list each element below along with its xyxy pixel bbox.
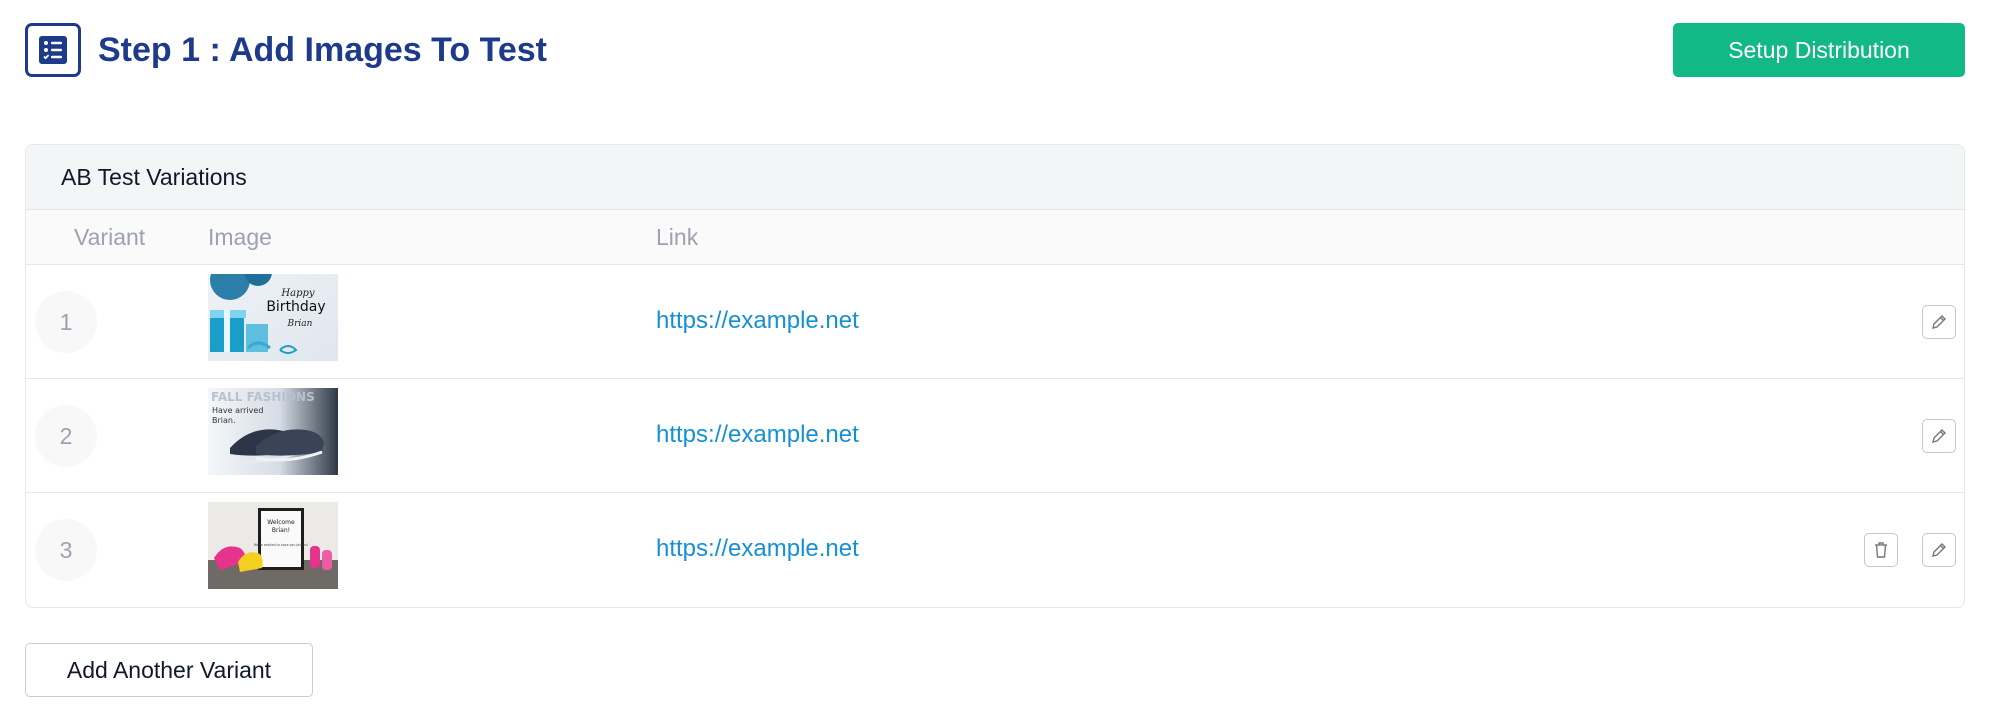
table-row: 3 Welcome Brian! We're excited to have y… (26, 493, 1964, 607)
delete-button[interactable] (1864, 533, 1898, 567)
image-caption-2: Brian! (272, 527, 290, 534)
card-title: AB Test Variations (26, 145, 1964, 210)
pencil-icon (1932, 429, 1946, 443)
pencil-icon (1932, 315, 1946, 329)
edit-button[interactable] (1922, 533, 1956, 567)
column-header-link: Link (656, 224, 699, 250)
variant-image-thumbnail[interactable]: FALL FASHIONS Have arrived Brian. (208, 388, 338, 475)
setup-distribution-button[interactable]: Setup Distribution (1673, 23, 1965, 77)
variations-card: AB Test Variations Variant Image Link 1 (25, 144, 1965, 608)
image-caption-1: FALL FASHIONS (211, 390, 315, 404)
variant-link[interactable]: https://example.net (656, 421, 859, 449)
image-caption-1: Welcome (267, 519, 295, 526)
table-row: 1 Happy Birthday Brian https://example.n… (26, 265, 1964, 379)
image-caption-1: Happy (280, 288, 314, 299)
variant-number: 3 (35, 519, 97, 581)
image-caption-3: We're excited to have you join us! (254, 543, 308, 547)
column-header-variant: Variant (74, 224, 146, 250)
checklist-icon (25, 23, 81, 77)
image-caption-3: Brian. (212, 416, 236, 425)
image-caption-2: Birthday (266, 299, 325, 315)
image-caption-3: Brian (287, 319, 313, 329)
pencil-icon (1932, 543, 1946, 557)
trash-icon (1875, 542, 1887, 558)
image-caption-2: Have arrived (212, 406, 263, 415)
edit-button[interactable] (1922, 419, 1956, 453)
variant-link[interactable]: https://example.net (656, 307, 859, 335)
variant-number: 2 (35, 405, 97, 467)
column-header-image: Image (208, 224, 272, 250)
variant-number: 1 (35, 291, 97, 353)
page-header: Step 1 : Add Images To Test Setup Distri… (25, 23, 1965, 77)
page-title: Step 1 : Add Images To Test (98, 31, 547, 69)
variant-image-thumbnail[interactable]: Happy Birthday Brian (208, 274, 338, 361)
edit-button[interactable] (1922, 305, 1956, 339)
variant-link[interactable]: https://example.net (656, 535, 859, 563)
table-row: 2 FALL FASHIONS Have arrived Brian. http… (26, 379, 1964, 493)
add-variant-button[interactable]: Add Another Variant (25, 643, 313, 697)
table-header: Variant Image Link (26, 210, 1964, 265)
variant-image-thumbnail[interactable]: Welcome Brian! We're excited to have you… (208, 502, 338, 589)
